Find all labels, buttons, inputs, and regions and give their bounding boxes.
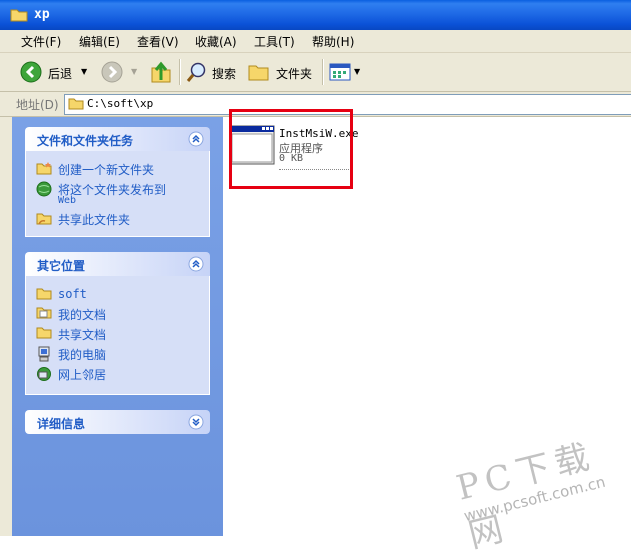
up-folder-icon [151,61,171,83]
forward-arrow-icon [101,61,123,83]
file-tasks-body: 创建一个新文件夹 将这个文件夹发布到 Web 共享此文件夹 [25,151,210,237]
views-icon [329,63,351,81]
publish-web-icon [36,181,52,197]
other-places-title: 其它位置 [37,259,86,273]
folder-icon [36,288,52,300]
new-folder-icon [36,162,52,175]
window-left-edge [0,117,12,536]
address-path: C:\soft\xp [87,97,154,110]
network-places-icon [37,367,51,381]
toolbar: 后退 ▼ ▼ 搜索 文件夹 ▼ [0,53,631,92]
other-places-body: soft 我的文档 共享文档 我的电脑 网上邻居 [25,276,210,395]
up-folder-button[interactable] [150,53,174,91]
details-title: 详细信息 [37,417,86,431]
window-title: xp [34,7,50,22]
menu-favorites[interactable]: 收藏(A) [195,33,237,50]
file-tasks-title: 文件和文件夹任务 [37,134,134,148]
place-network-label: 网上邻居 [58,368,107,382]
other-places-header[interactable]: 其它位置 [25,252,210,276]
folders-label: 文件夹 [276,67,313,81]
highlight-box [229,109,353,189]
file-tasks-panel: 文件和文件夹任务 创建一个新文件夹 将这个文件夹发布到 Web 共享此文件夹 [25,127,210,237]
back-arrow-icon [20,61,42,83]
forward-button[interactable]: ▼ [101,53,141,91]
menu-tools[interactable]: 工具(T) [254,33,295,50]
menu-file[interactable]: 文件(F) [21,33,61,50]
menu-edit[interactable]: 编辑(E) [79,33,120,50]
file-tasks-header[interactable]: 文件和文件夹任务 [25,127,210,151]
task-share-folder-label: 共享此文件夹 [58,213,131,227]
address-label: 地址(D) [16,98,59,112]
details-panel: 详细信息 [25,410,210,434]
back-label: 后退 [48,67,73,81]
my-documents-icon [36,307,52,319]
title-bar: xp [0,0,631,30]
details-header[interactable]: 详细信息 [25,410,210,434]
views-button[interactable]: ▼ [329,53,363,91]
views-dropdown-icon[interactable]: ▼ [354,67,360,76]
task-new-folder-label: 创建一个新文件夹 [58,163,155,177]
folder-icon [10,9,28,22]
search-icon [186,62,206,82]
back-dropdown-icon[interactable]: ▼ [81,67,87,76]
search-label: 搜索 [212,67,237,81]
expand-icon[interactable] [188,414,204,430]
place-my-documents-label: 我的文档 [58,308,107,322]
menu-bar: 文件(F) 编辑(E) 查看(V) 收藏(A) 工具(T) 帮助(H) [0,30,631,53]
search-button[interactable]: 搜索 [186,53,242,91]
place-soft-label: soft [58,287,87,301]
folders-icon [248,65,269,81]
place-shared-documents-label: 共享文档 [58,328,107,342]
place-my-computer-label: 我的电脑 [58,348,107,362]
share-folder-icon [36,213,52,225]
folders-button[interactable]: 文件夹 [248,53,318,91]
shared-documents-icon [36,327,52,339]
my-computer-icon [38,346,50,362]
folder-icon [68,98,84,110]
forward-dropdown-icon[interactable]: ▼ [131,67,137,76]
menu-view[interactable]: 查看(V) [137,33,179,50]
other-places-panel: 其它位置 soft 我的文档 共享文档 我的电脑 网上邻居 [25,252,210,395]
task-pane: 文件和文件夹任务 创建一个新文件夹 将这个文件夹发布到 Web 共享此文件夹 其… [12,117,223,536]
menu-help[interactable]: 帮助(H) [312,33,354,50]
collapse-icon[interactable] [188,256,204,272]
collapse-icon[interactable] [188,131,204,147]
back-button[interactable]: 后退 ▼ [20,53,92,91]
task-publish-web-label2: Web [58,195,77,206]
